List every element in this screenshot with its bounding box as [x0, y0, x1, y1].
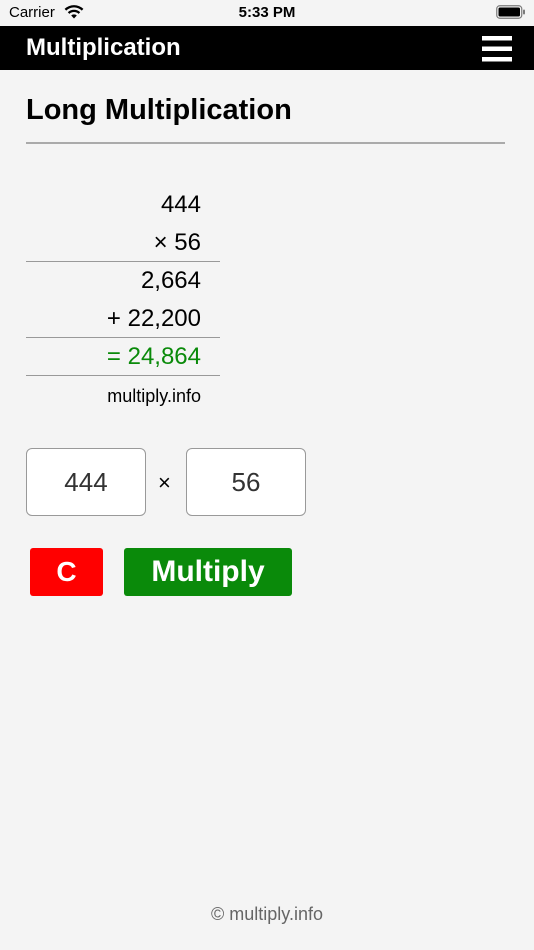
status-time: 5:33 PM	[238, 4, 296, 21]
clear-button[interactable]: C	[30, 548, 103, 596]
title-divider	[26, 142, 505, 144]
footer-copyright: © multiply.info	[211, 904, 323, 924]
second-number-input[interactable]	[186, 448, 306, 516]
result-row: = 24,864	[26, 338, 220, 376]
page-title: Long Multiplication	[26, 94, 292, 126]
times-symbol: ×	[158, 470, 171, 495]
calculation-credit: multiply.info	[107, 386, 201, 406]
status-bar: Carrier 5:33 PM	[0, 0, 534, 26]
multiplicand-row: 444	[160, 191, 201, 218]
multiply-button[interactable]: Multiply	[124, 548, 292, 596]
hamburger-menu-icon[interactable]	[482, 36, 512, 67]
long-multiplication-work: 444 × 56 2,664 + 22,200 = 24,864 multipl…	[26, 186, 220, 407]
partial-product-row: + 22,200	[26, 300, 220, 338]
first-number-input[interactable]	[26, 448, 146, 516]
navigation-bar: Multiplication	[0, 26, 534, 70]
battery-icon	[496, 5, 526, 24]
multiplier-row: × 56	[26, 224, 220, 262]
partial-product-row: 2,664	[140, 267, 201, 294]
app-title: Multiplication	[26, 34, 181, 61]
